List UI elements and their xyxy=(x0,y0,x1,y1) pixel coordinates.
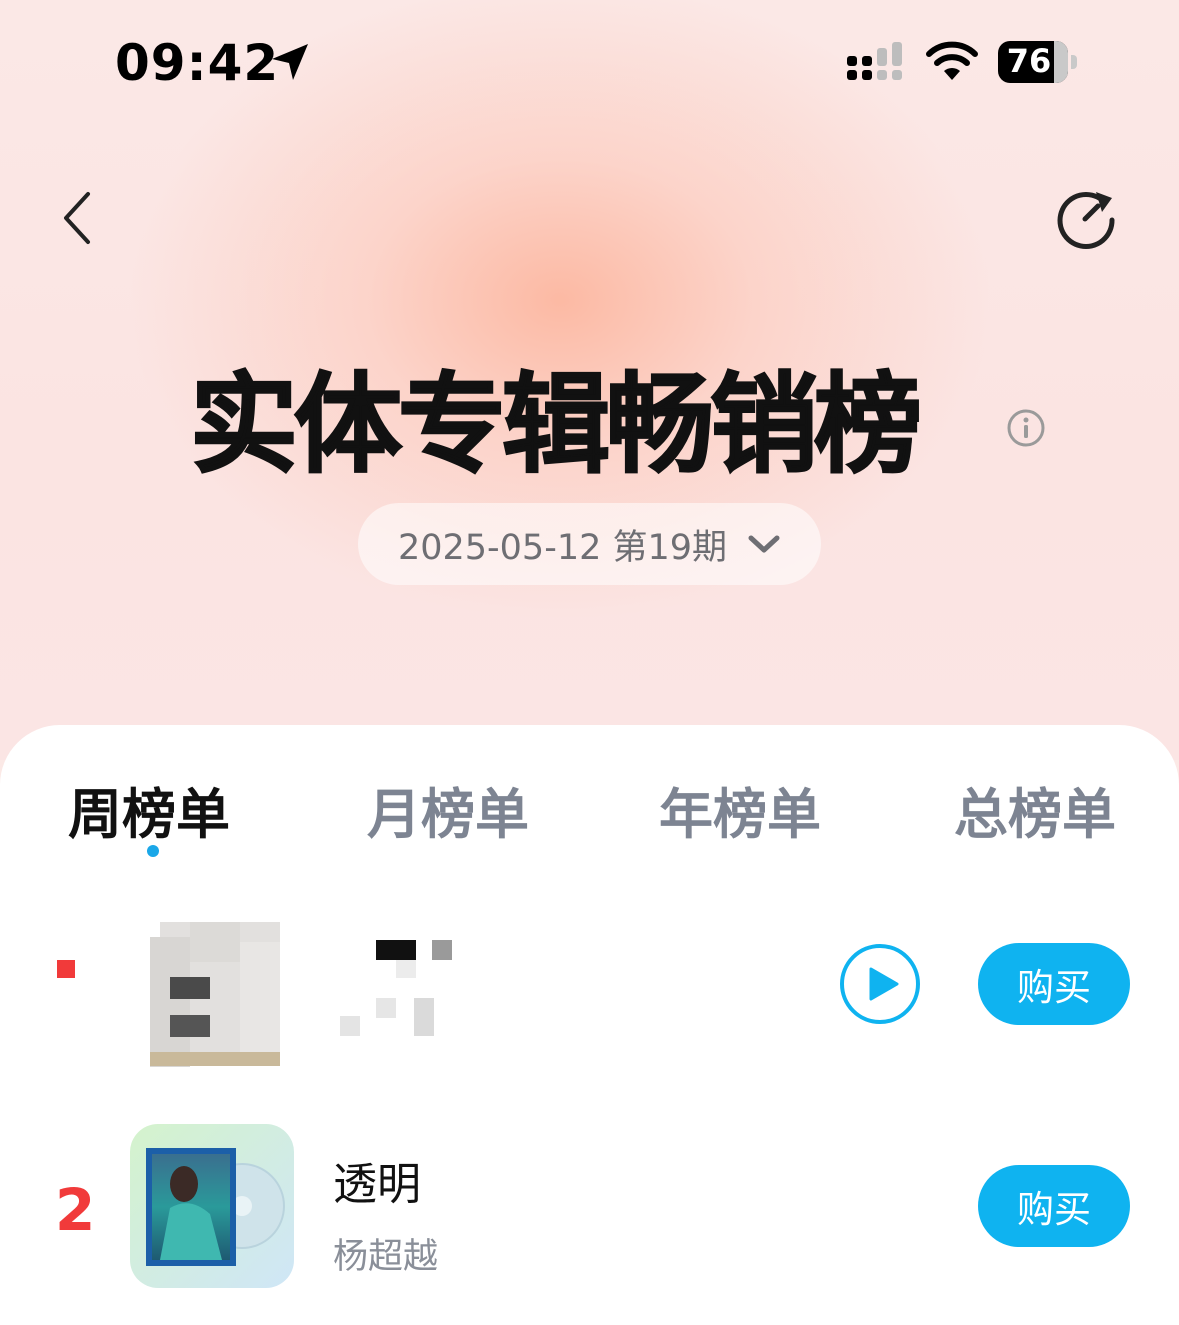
location-arrow-icon xyxy=(272,44,308,80)
album-title-obscured xyxy=(340,940,452,1036)
chevron-down-icon xyxy=(748,535,780,553)
back-chevron-icon[interactable] xyxy=(58,190,98,246)
cellular-signal-icon xyxy=(847,42,902,80)
buy-button[interactable]: 购买 xyxy=(978,1165,1130,1247)
rank-number: 2 xyxy=(55,1176,96,1244)
period-selector[interactable]: 2025-05-12 第19期 xyxy=(358,503,821,585)
tab-monthly[interactable]: 月榜单 xyxy=(367,770,529,849)
album-cover[interactable] xyxy=(150,912,286,1067)
battery-icon: 76 xyxy=(998,41,1068,83)
active-tab-indicator xyxy=(147,845,159,857)
tab-weekly[interactable]: 周榜单 xyxy=(68,770,230,849)
rank-badge xyxy=(57,960,75,978)
album-cover[interactable] xyxy=(130,1124,294,1288)
period-label: 2025-05-12 第19期 xyxy=(397,527,728,568)
page-title: 实体专辑畅销榜 xyxy=(189,362,923,489)
status-time: 09:42 xyxy=(115,34,280,92)
refresh-icon[interactable] xyxy=(1052,186,1118,252)
tab-all-time[interactable]: 总榜单 xyxy=(954,770,1116,849)
album-title: 透明 xyxy=(333,1159,421,1210)
album-artist: 杨超越 xyxy=(333,1237,439,1277)
buy-button[interactable]: 购买 xyxy=(978,943,1130,1025)
tab-yearly[interactable]: 年榜单 xyxy=(659,770,821,849)
wifi-icon xyxy=(926,41,978,80)
play-button[interactable] xyxy=(839,943,921,1025)
battery-cap xyxy=(1071,55,1077,69)
info-icon[interactable] xyxy=(1006,408,1046,448)
battery-level: 76 xyxy=(1006,42,1052,80)
